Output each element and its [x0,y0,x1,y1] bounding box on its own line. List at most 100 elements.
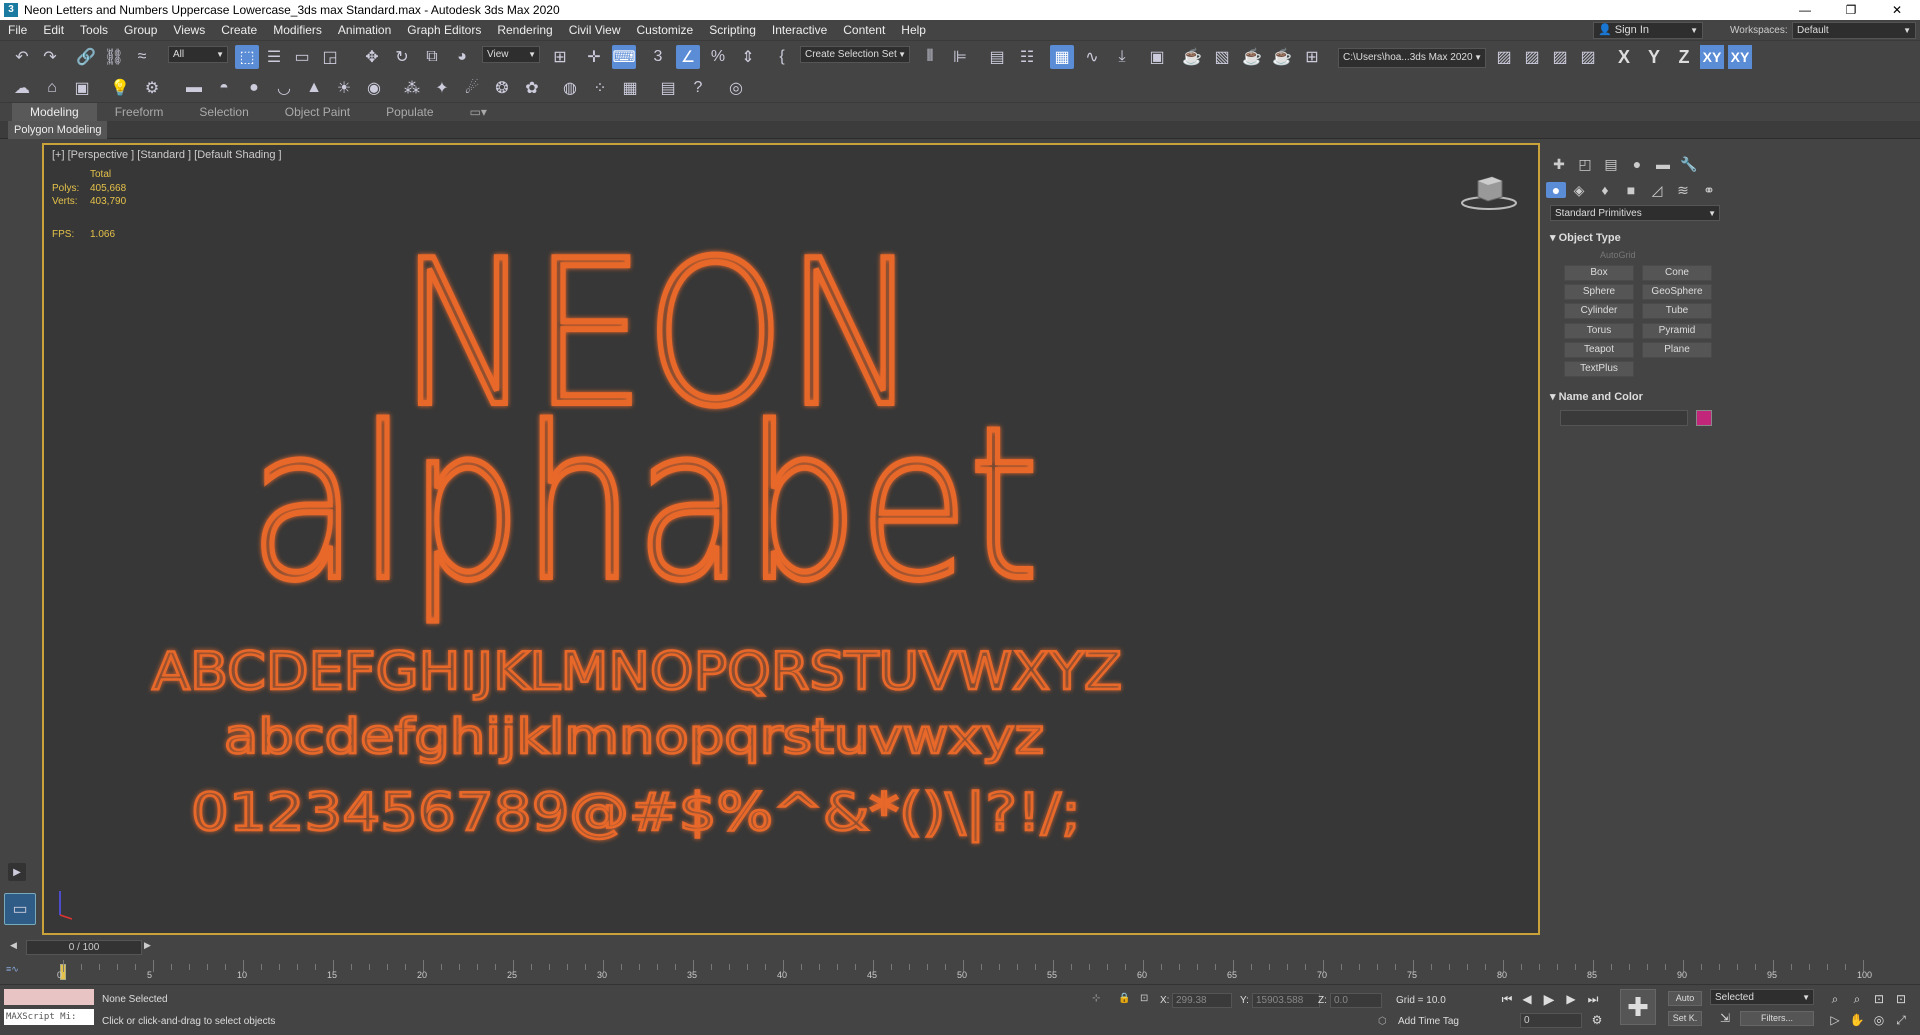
zoom-extents-all-icon[interactable]: ⊡ [1892,990,1910,1008]
bowl-icon[interactable]: ◡ [272,76,296,100]
object-color-swatch[interactable] [1696,410,1712,426]
pyramid-button[interactable]: Pyramid [1642,323,1712,339]
menu-create[interactable]: Create [213,20,265,41]
render-in-cloud-icon[interactable]: ⊞ [1300,45,1324,69]
manipulate-icon[interactable]: ✛ [582,45,606,69]
select-object-icon[interactable]: ⬚ [235,45,259,69]
object-name-input[interactable] [1560,410,1688,426]
pivot-center-icon[interactable]: ⊞ [548,45,572,69]
project-icon-1[interactable]: ▨ [1492,45,1516,69]
maximize-button[interactable]: ❐ [1828,0,1874,20]
script-icon[interactable]: ◎ [724,76,748,100]
name-and-color-rollout[interactable]: ▾ Name and Color [1550,390,1720,403]
key-filter-select[interactable]: Selected ▼ [1710,989,1814,1005]
sphere-button[interactable]: Sphere [1564,284,1634,300]
cloth-icon[interactable]: ☄ [460,76,484,100]
unlink-icon[interactable]: ⛓ [102,45,126,69]
systems-icon[interactable]: ⚭ [1696,182,1722,199]
document-icon[interactable]: ▤ [656,76,680,100]
selection-filter-select[interactable]: All ▼ [168,46,228,63]
perspective-viewport[interactable]: [+] [Perspective ] [Standard ] [Default … [42,143,1540,935]
tab-freeform[interactable]: Freeform [97,103,182,121]
render-production-icon[interactable]: ☕ [1240,45,1264,69]
minimize-button[interactable]: — [1782,0,1828,20]
help-icon[interactable]: ? [686,76,710,100]
project-icon-2[interactable]: ▨ [1520,45,1544,69]
sphere-icon[interactable]: ● [242,76,266,100]
axis-x-button[interactable]: X [1612,45,1636,69]
display-tab-icon[interactable]: ▬ [1650,156,1676,172]
goto-end-icon[interactable]: ⏭ [1584,990,1602,1008]
material-editor-icon[interactable]: ▣ [1145,45,1169,69]
window-crossing-icon[interactable]: ◲ [318,45,342,69]
scene-explorer-icon[interactable]: ▤ [985,45,1009,69]
current-frame-field[interactable]: 0 [1520,1013,1582,1028]
absolute-mode-icon[interactable]: ⊡ [1140,993,1148,1004]
menu-group[interactable]: Group [116,20,165,41]
play-icon[interactable]: ▶ [1540,990,1558,1008]
tools-icon[interactable]: ⚙ [140,76,164,100]
menu-tools[interactable]: Tools [72,20,116,41]
sign-in-dropdown[interactable]: 👤 Sign In ▼ [1593,22,1703,39]
rotate-icon[interactable]: ↻ [390,45,414,69]
color-dots-icon[interactable]: ⁘ [588,76,612,100]
menu-file[interactable]: File [0,20,35,41]
curve-editor-icon[interactable]: ∿ [1080,45,1104,69]
hemisphere-icon[interactable]: ◓ [212,76,236,100]
time-slider[interactable]: 0 / 100 [26,940,142,955]
set-key-big-icon[interactable]: ✚ [1620,989,1656,1025]
spinner-snap-icon[interactable]: ⇕ [736,45,760,69]
reference-coordinate-select[interactable]: View ▼ [482,46,540,63]
keyboard-shortcut-override-icon[interactable]: ⌨ [612,45,636,69]
x-coordinate-field[interactable]: 299.38 [1172,993,1232,1008]
viewport-layout-icon[interactable]: ▭ [4,893,36,925]
motion-tab-icon[interactable]: ● [1624,156,1650,172]
menu-customize[interactable]: Customize [629,20,702,41]
orbit-icon[interactable]: ◎ [1870,1011,1888,1029]
set-key-button[interactable]: Set K. [1668,1011,1702,1026]
rendered-frame-window-icon[interactable]: ▧ [1210,45,1234,69]
sun-icon[interactable]: ☀ [332,76,356,100]
geometry-icon[interactable]: ● [1546,182,1566,198]
shapes-icon[interactable]: ◈ [1566,182,1592,199]
menu-civil-view[interactable]: Civil View [561,20,629,41]
axis-xy-button[interactable]: XY [1700,45,1724,69]
tab-modeling[interactable]: Modeling [12,103,97,121]
project-folder-select[interactable]: C:\Users\hoa...3ds Max 2020 ▼ [1338,48,1486,68]
hierarchy-tab-icon[interactable]: ▤ [1598,156,1624,173]
image-icon[interactable]: ▣ [70,76,94,100]
box-button[interactable]: Box [1564,265,1634,281]
menu-animation[interactable]: Animation [330,20,399,41]
lights-icon[interactable]: ♦ [1592,182,1618,198]
textplus-button[interactable]: TextPlus [1564,361,1634,377]
bind-space-warp-icon[interactable]: ≈ [130,45,154,69]
goto-start-icon[interactable]: ⏮ [1498,990,1516,1008]
plant-icon[interactable]: ✿ [520,76,544,100]
edit-named-selection-icon[interactable]: { [770,45,794,69]
rgb-icon[interactable]: ▦ [618,76,642,100]
menu-scripting[interactable]: Scripting [701,20,764,41]
percent-snap-icon[interactable]: % [706,45,730,69]
render-iterative-icon[interactable]: ☕ [1270,45,1294,69]
undo-icon[interactable]: ↶ [10,45,34,69]
render-setup-icon[interactable]: ☕ [1180,45,1204,69]
key-mode-icon[interactable]: ⇲ [1716,1009,1734,1027]
time-prev-icon[interactable]: ◀ [10,940,17,951]
zoom-extents-icon[interactable]: ⊡ [1870,990,1888,1008]
cone-button[interactable]: Cone [1642,265,1712,281]
play-arrow-icon[interactable]: ▶ [8,863,26,881]
isolate-selection-icon[interactable]: ⊹ [1092,993,1100,1004]
tab-selection[interactable]: Selection [181,103,266,121]
axis-z-button[interactable]: Z [1672,45,1696,69]
pan-icon[interactable]: ✋ [1848,1011,1866,1029]
autogrid-checkbox[interactable]: AutoGrid [1600,250,1636,260]
menu-interactive[interactable]: Interactive [764,20,835,41]
select-by-name-icon[interactable]: ☰ [262,45,286,69]
ribbon-options-icon[interactable]: ▭▾ [452,103,505,121]
field-of-view-icon[interactable]: ▷ [1826,1011,1844,1029]
plane-button[interactable]: Plane [1642,342,1712,358]
tab-object-paint[interactable]: Object Paint [267,103,368,121]
material-sphere-icon[interactable]: ◍ [558,76,582,100]
disc-icon[interactable]: ◉ [362,76,386,100]
z-coordinate-field[interactable]: 0.0 [1330,993,1382,1008]
